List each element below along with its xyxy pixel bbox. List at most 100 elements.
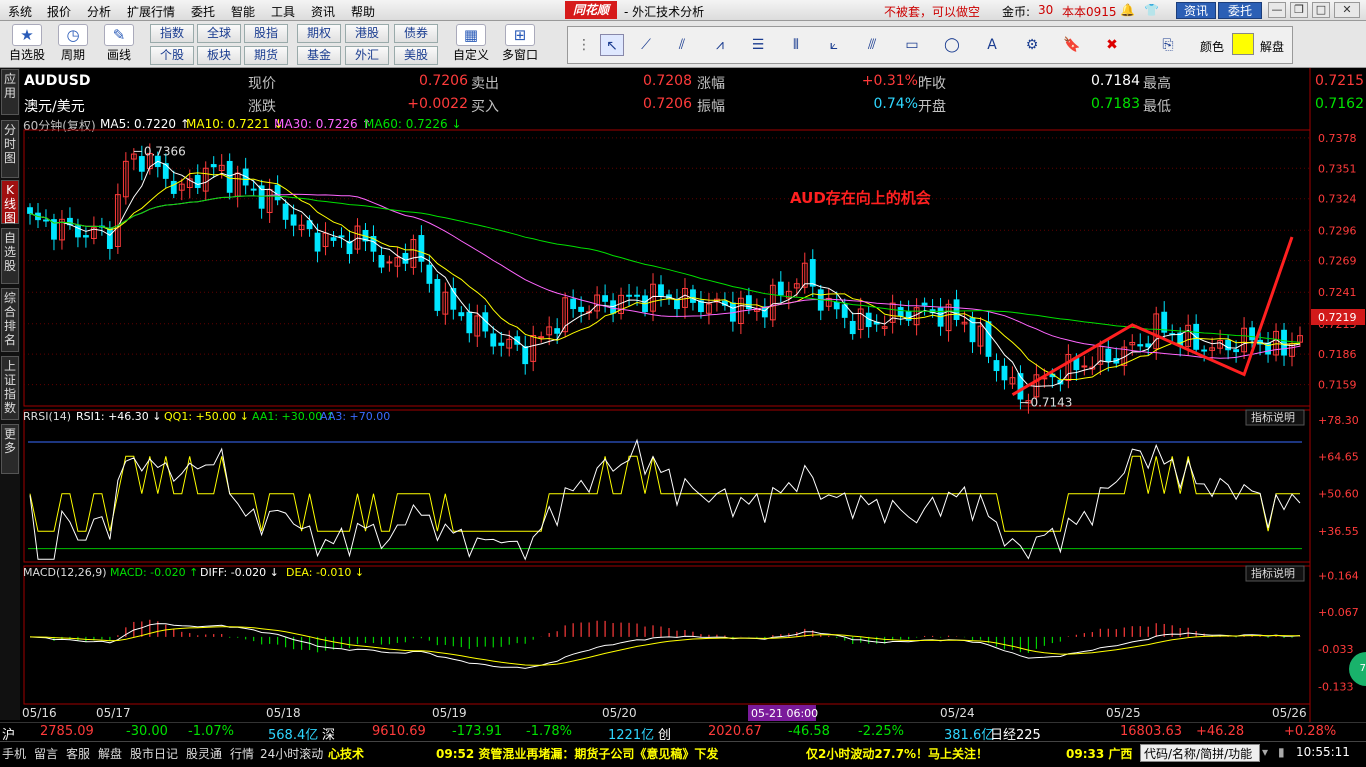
grid-futures-button[interactable]: 期货 (244, 46, 288, 65)
menu-smart[interactable]: 智能 (231, 3, 255, 20)
main-y-tick-5: 0.7241 (1318, 286, 1357, 299)
side-tab-sh-index[interactable]: 上证指数 (1, 356, 19, 420)
side-tab-kline[interactable]: K线图 (1, 180, 19, 225)
side-tab-ranking[interactable]: 综合排名 (1, 288, 19, 352)
news-ticker-2[interactable]: 仅2小时波动27.7%！马上关注！ (806, 745, 988, 762)
grid-us-stock-button[interactable]: 美股 (394, 46, 438, 65)
search-input[interactable]: 代码/名称/简拼/功能 (1140, 744, 1260, 762)
side-tab-timeshare-label: 分时图 (3, 123, 16, 165)
grid-fund-button[interactable]: 基金 (297, 46, 341, 65)
main-y-tick-1: 0.7351 (1318, 162, 1357, 175)
side-tab-kline-label: K线图 (3, 183, 16, 225)
menu-news[interactable]: 资讯 (311, 3, 335, 20)
status-unlock[interactable]: 解盘 (98, 745, 122, 762)
rsi-legend-item-0: RSI1: +46.30 ↓ (76, 410, 162, 423)
nikkei-value: 16803.63 (1120, 724, 1183, 739)
current-price-tag: 0.7219 (1318, 311, 1357, 324)
grid-hk-button[interactable]: 港股 (345, 24, 389, 43)
gear-icon[interactable]: ⚙ (1020, 34, 1044, 56)
news-ticker-3[interactable]: 09:33 广西 (1066, 745, 1132, 762)
side-tab-ranking-label: 综合排名 (3, 291, 16, 347)
status-stock-master[interactable]: 股灵通 (186, 745, 222, 762)
draw-tool[interactable]: ✎ 画线 (98, 24, 140, 66)
candle-body (282, 203, 289, 220)
fibonacci-icon[interactable]: ☰ (746, 34, 770, 56)
side-tab-more[interactable]: 更多 (1, 424, 19, 474)
grid-index-button[interactable]: 指数 (150, 24, 194, 43)
color-swatch[interactable] (1232, 33, 1254, 55)
export-icon[interactable]: ⎘ (1156, 34, 1180, 56)
menu-extended-quote[interactable]: 扩展行情 (127, 3, 175, 20)
promo-link[interactable]: 不被套，可以做空 (884, 3, 980, 20)
watchlist-tool[interactable]: ★ 自选股 (6, 24, 48, 66)
macd-diff-line (29, 623, 1301, 669)
cy-index-value: 2020.67 (708, 724, 762, 739)
maximize-icon[interactable]: □ (1312, 2, 1330, 18)
custom-tool[interactable]: ▦ 自定义 (450, 24, 492, 66)
status-customer[interactable]: 客服 (66, 745, 90, 762)
bookmark-icon[interactable]: 🔖 (1060, 34, 1084, 56)
trade-button[interactable]: 委托 (1218, 2, 1262, 19)
restore-icon[interactable]: ❐ (1290, 2, 1308, 18)
candle-body (330, 237, 337, 241)
side-tab-timeshare[interactable]: 分时图 (1, 120, 19, 178)
grid-options-button[interactable]: 期权 (297, 24, 341, 43)
search-dropdown-icon[interactable]: ▾ (1262, 745, 1268, 759)
grid-bond-button[interactable]: 债券 (394, 24, 438, 43)
line-segment-icon[interactable]: ⟋ (634, 34, 658, 56)
macd-legend-item-1: DIFF: -0.020 ↓ (200, 566, 279, 579)
grid-global-button[interactable]: 全球 (197, 24, 241, 43)
status-message[interactable]: 留言 (34, 745, 58, 762)
channel-icon[interactable]: ⫻ (860, 34, 884, 56)
x-axis-label-7: 05/26 (1272, 706, 1307, 720)
candle-body (1233, 349, 1240, 353)
status-heart-tech[interactable]: 心技术 (328, 745, 364, 762)
minimize-icon[interactable]: — (1268, 2, 1286, 18)
menu-tools[interactable]: 工具 (271, 3, 295, 20)
menu-quote[interactable]: 报价 (47, 3, 71, 20)
unlock-button[interactable]: 解盘 (1260, 38, 1284, 55)
vertical-lines-icon[interactable]: ⦀ (784, 34, 808, 56)
rectangle-icon[interactable]: ▭ (900, 34, 924, 56)
kline-chart[interactable]: 0.7378 0.7351 0.7324 0.7296 0.7269 0.7241 0.72… (20, 68, 1366, 722)
rsi-panel-frame (23, 409, 1311, 563)
fan-icon[interactable]: ⟀ (822, 34, 846, 56)
circle-icon[interactable]: ◯ (940, 34, 964, 56)
status-phone[interactable]: 手机 (2, 745, 26, 762)
main-y-tick-4: 0.7269 (1318, 255, 1357, 268)
app-window: 系统 报价 分析 扩展行情 委托 智能 工具 资讯 帮助 同花顺 - 外汇技术分… (0, 0, 1366, 767)
period-tool[interactable]: ◷ 周期 (52, 24, 94, 66)
side-tab-apps[interactable]: 应用 (1, 69, 19, 115)
multi-window-tool[interactable]: ⊞ 多窗口 (496, 24, 544, 66)
bell-icon[interactable]: 🔔 (1120, 3, 1135, 17)
grid-stock-button[interactable]: 个股 (150, 46, 194, 65)
candle-body (290, 214, 297, 226)
grid-stock-index-button[interactable]: 股指 (244, 24, 288, 43)
news-ticker-1[interactable]: 09:52 资管混业再堵漏：期货子公司《意见稿》下发 (436, 745, 718, 762)
sh-index-change: -30.00 (126, 724, 168, 739)
shirt-icon[interactable]: 👕 (1144, 3, 1159, 17)
status-diary[interactable]: 股市日记 (130, 745, 178, 762)
text-icon[interactable]: A (980, 34, 1004, 56)
grid-sector-button[interactable]: 板块 (197, 46, 241, 65)
cursor-icon[interactable]: ↖ (600, 34, 624, 56)
menu-system[interactable]: 系统 (8, 3, 32, 20)
nikkei-pct: +0.28% (1284, 724, 1337, 739)
cy-index-pct: -2.25% (858, 724, 904, 739)
window-title: - 外汇技术分析 (624, 5, 705, 19)
menu-analysis[interactable]: 分析 (87, 3, 111, 20)
grid-forex-button[interactable]: 外汇 (345, 46, 389, 65)
ma30-line (29, 193, 1301, 359)
delete-icon[interactable]: ✖ (1100, 34, 1124, 56)
menu-help[interactable]: 帮助 (351, 3, 375, 20)
status-market[interactable]: 行情 (230, 745, 254, 762)
draw-tool-label: 画线 (106, 48, 131, 62)
close-icon[interactable]: ✕ (1334, 2, 1360, 18)
news-button[interactable]: 资讯 (1176, 2, 1216, 19)
status-24h[interactable]: 24小时滚动 (260, 745, 323, 762)
wave-icon[interactable]: ⩘ (708, 34, 732, 56)
side-tab-watchlist[interactable]: 自选股 (1, 228, 19, 284)
menu-trade[interactable]: 委托 (191, 3, 215, 20)
parallel-line-icon[interactable]: ⫽ (670, 34, 694, 56)
candle-body (1201, 349, 1208, 352)
